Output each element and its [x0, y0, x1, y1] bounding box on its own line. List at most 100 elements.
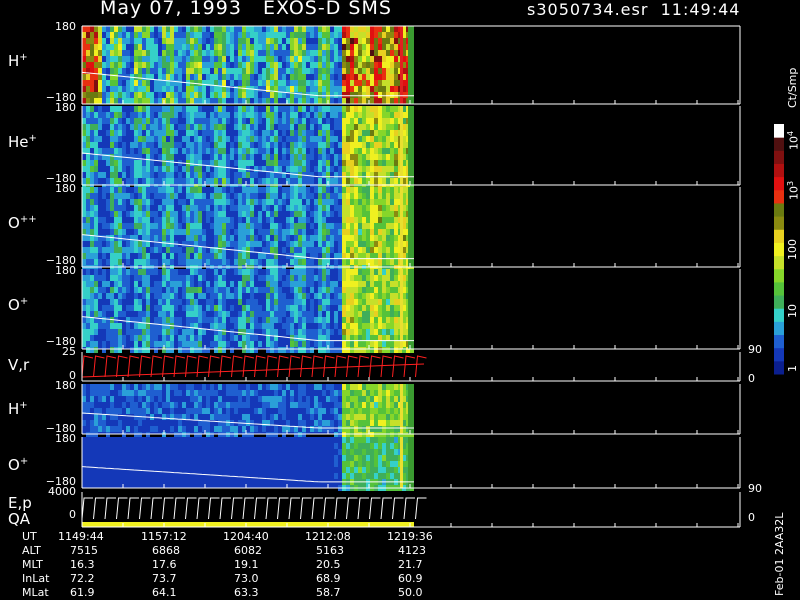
- pixel: [278, 118, 282, 124]
- colorbar-swatch: [774, 360, 784, 375]
- pixel: [250, 335, 254, 341]
- pixel: [394, 124, 398, 130]
- pixel: [362, 160, 366, 166]
- pixel: [378, 317, 382, 323]
- pixel: [146, 408, 150, 414]
- pixel: [154, 166, 158, 172]
- pixel: [154, 86, 158, 92]
- pixel: [354, 317, 358, 323]
- pixel: [350, 414, 354, 420]
- pixel: [198, 142, 202, 148]
- pixel: [214, 323, 218, 329]
- pixel: [146, 172, 150, 178]
- pixel: [374, 118, 378, 124]
- pixel: [330, 68, 334, 74]
- pixel: [318, 259, 322, 265]
- pixel: [110, 80, 114, 86]
- pixel: [150, 223, 154, 229]
- pixel: [362, 426, 366, 432]
- pixel: [222, 124, 226, 130]
- pixel: [238, 323, 242, 329]
- pixel: [178, 247, 182, 253]
- pixel: [166, 86, 170, 92]
- pixel: [158, 281, 162, 287]
- pixel: [270, 241, 274, 247]
- pixel: [170, 62, 174, 68]
- pixel: [370, 154, 374, 160]
- pixel: [114, 199, 118, 205]
- pixel: [162, 241, 166, 247]
- pixel: [90, 275, 94, 281]
- pixel: [350, 62, 354, 68]
- pixel: [354, 86, 358, 92]
- pixel: [142, 136, 146, 142]
- pixel: [122, 223, 126, 229]
- pixel: [366, 112, 370, 118]
- pixel: [310, 275, 314, 281]
- pixel: [266, 187, 270, 193]
- ep-sawtooth: [334, 497, 346, 520]
- pixel: [254, 172, 258, 178]
- pixel: [390, 136, 394, 142]
- pixel: [342, 402, 346, 408]
- pixel: [250, 275, 254, 281]
- pixel: [162, 235, 166, 241]
- pixel: [110, 68, 114, 74]
- pixel: [154, 118, 158, 124]
- pixel: [182, 178, 186, 184]
- pixel: [326, 293, 330, 299]
- pixel: [190, 408, 194, 414]
- pixel: [310, 124, 314, 130]
- pixel: [82, 205, 86, 211]
- pixel: [314, 293, 318, 299]
- pixel: [274, 118, 278, 124]
- pixel: [198, 136, 202, 142]
- pixel: [234, 44, 238, 50]
- pixel: [274, 44, 278, 50]
- pixel: [330, 130, 334, 136]
- pixel: [366, 193, 370, 199]
- pixel: [142, 148, 146, 154]
- pixel: [302, 420, 306, 426]
- pixel: [278, 293, 282, 299]
- pixel: [202, 124, 206, 130]
- pixel: [342, 118, 346, 124]
- pixel: [126, 408, 130, 414]
- pixel: [106, 323, 110, 329]
- pixel: [198, 118, 202, 124]
- pixel: [322, 223, 326, 229]
- pixel: [218, 347, 222, 353]
- pixel: [114, 426, 118, 432]
- pixel: [190, 269, 194, 275]
- pixel: [342, 211, 346, 217]
- pixel: [110, 247, 114, 253]
- pixel: [370, 142, 374, 148]
- pixel: [266, 160, 270, 166]
- pixel: [182, 106, 186, 112]
- pixel: [174, 211, 178, 217]
- pixel: [230, 241, 234, 247]
- pixel: [222, 193, 226, 199]
- pixel: [278, 160, 282, 166]
- pixel: [182, 402, 186, 408]
- pixel: [210, 414, 214, 420]
- pixel: [238, 98, 242, 104]
- pixel: [190, 98, 194, 104]
- pixel: [210, 44, 214, 50]
- pixel: [326, 420, 330, 426]
- pixel: [342, 148, 346, 154]
- pixel: [162, 148, 166, 154]
- pixel: [150, 26, 154, 32]
- right-tick-90-a: 90: [748, 343, 762, 356]
- pixel: [114, 311, 118, 317]
- pixel: [390, 420, 394, 426]
- pixel: [94, 80, 98, 86]
- pixel: [170, 50, 174, 56]
- pixel: [198, 347, 202, 353]
- pixel: [222, 335, 226, 341]
- pixel: [118, 426, 122, 432]
- pixel: [94, 178, 98, 184]
- pixel: [158, 384, 162, 390]
- pixel: [394, 136, 398, 142]
- pixel: [270, 275, 274, 281]
